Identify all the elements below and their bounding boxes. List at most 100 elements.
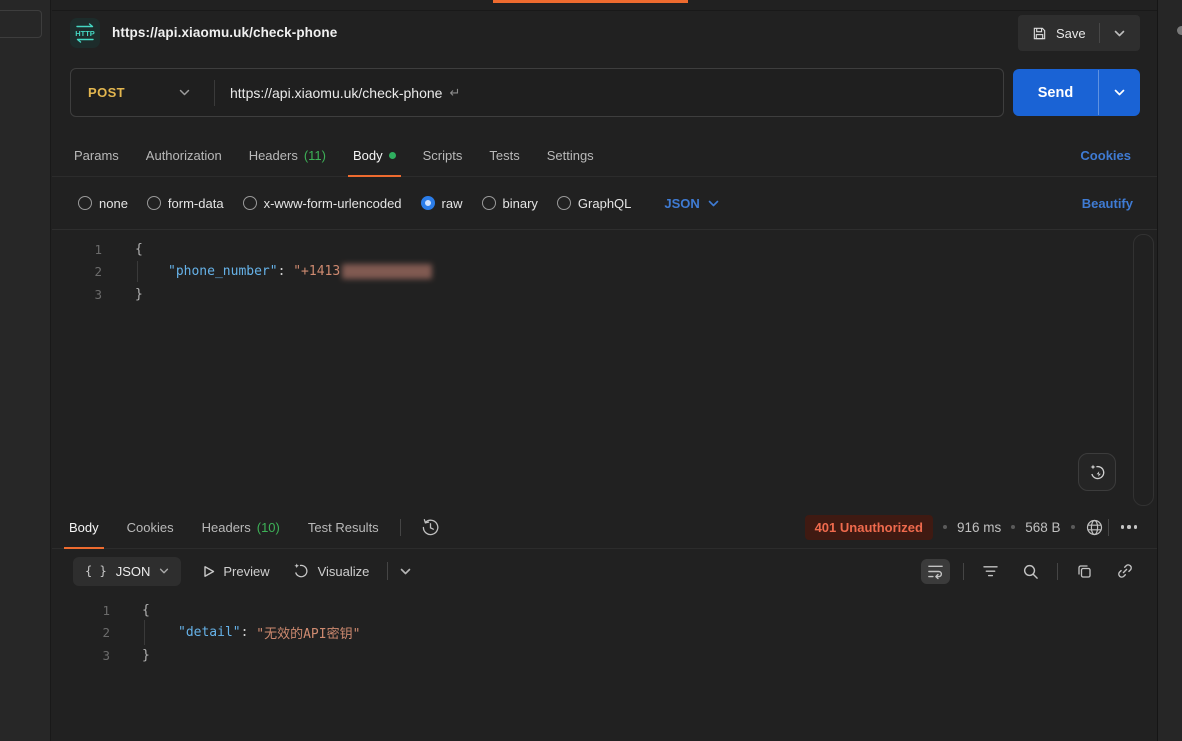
headers-count: (11) <box>304 148 326 163</box>
json-braces-icon: { } <box>85 564 107 578</box>
url-divider <box>214 80 215 106</box>
sidebar-collapsed-panel[interactable] <box>0 10 42 38</box>
code-line: 1 { <box>52 238 1157 261</box>
radio-icon-selected <box>421 196 435 210</box>
http-request-icon: HTTP <box>70 18 100 48</box>
editor-scrollbar[interactable] <box>1133 234 1154 506</box>
mode-none[interactable]: none <box>78 196 128 211</box>
body-mode-row: none form-data x-www-form-urlencoded raw… <box>52 177 1157 229</box>
code-line: 1 { <box>52 599 1157 622</box>
tab-body[interactable]: Body <box>352 134 397 176</box>
response-status-cluster: 401 Unauthorized 916 ms 568 B <box>805 506 1139 548</box>
mode-raw[interactable]: raw <box>421 196 463 211</box>
line-number: 3 <box>52 648 110 663</box>
filter-icon[interactable] <box>977 561 1004 582</box>
radio-icon <box>482 196 496 210</box>
word-wrap-icon[interactable] <box>921 559 950 584</box>
visualize-button[interactable]: Visualize <box>292 562 370 580</box>
status-badge: 401 Unauthorized <box>805 515 933 540</box>
line-number: 1 <box>52 603 110 618</box>
separator-dot <box>1071 525 1075 529</box>
response-headers-count: (10) <box>257 520 280 535</box>
response-history-icon[interactable] <box>421 518 440 537</box>
postbot-button[interactable] <box>1078 453 1116 491</box>
radio-icon <box>147 196 161 210</box>
status-divider <box>1108 519 1109 536</box>
code-line: 3 } <box>52 644 1157 667</box>
save-options-chevron[interactable] <box>1100 30 1140 37</box>
request-workspace: HTTP https://api.xiaomu.uk/check-phone S… <box>52 0 1157 741</box>
left-sidebar <box>0 0 51 741</box>
beautify-link[interactable]: Beautify <box>1082 196 1133 211</box>
response-tab-cookies[interactable]: Cookies <box>126 506 175 548</box>
code-line: 3 } <box>52 283 1157 306</box>
icons-divider <box>963 563 964 580</box>
save-icon <box>1032 26 1047 41</box>
response-action-icons <box>921 552 1139 590</box>
toolbar-more-chevron[interactable] <box>400 568 411 575</box>
response-tabs-divider <box>400 519 401 536</box>
request-tab-title: https://api.xiaomu.uk/check-phone <box>112 25 337 40</box>
preview-button[interactable]: Preview <box>203 564 269 579</box>
language-chevron-icon <box>708 200 719 207</box>
line-number: 2 <box>52 264 102 279</box>
method-selector[interactable]: POST <box>88 85 125 100</box>
line-number: 2 <box>52 625 110 640</box>
url-row: POST https://api.xiaomu.uk/check-phone ↵… <box>52 68 1157 120</box>
request-body-editor[interactable]: 1 { 2 "phone_number": "+1413 3 } <box>52 229 1157 505</box>
response-body-viewer[interactable]: 1 { 2 "detail": "无效的API密钥" 3 } <box>52 590 1157 741</box>
response-size: 568 B <box>1025 520 1060 535</box>
enter-hint-glyph: ↵ <box>449 85 460 101</box>
mode-binary[interactable]: binary <box>482 196 538 211</box>
mode-graphql[interactable]: GraphQL <box>557 196 631 211</box>
postbot-sparkle-icon <box>1088 463 1107 482</box>
tab-headers[interactable]: Headers(11) <box>248 134 327 176</box>
response-format-label: JSON <box>116 564 151 579</box>
language-selector[interactable]: JSON <box>664 196 718 211</box>
url-input[interactable]: https://api.xiaomu.uk/check-phone <box>230 85 442 101</box>
json-value: "+1413 <box>293 264 340 279</box>
response-tab-body[interactable]: Body <box>68 506 100 548</box>
send-options-chevron[interactable] <box>1099 69 1140 116</box>
response-tab-headers[interactable]: Headers(10) <box>201 506 281 548</box>
json-key: "detail" <box>178 625 241 640</box>
cookies-link[interactable]: Cookies <box>1080 134 1131 176</box>
save-button-label: Save <box>1056 26 1086 41</box>
indent-guide <box>144 620 145 645</box>
edge-handle-icon[interactable] <box>1177 26 1182 35</box>
response-tab-test-results[interactable]: Test Results <box>307 506 380 548</box>
http-badge-text: HTTP <box>75 29 95 38</box>
line-number: 1 <box>52 242 102 257</box>
network-info-icon[interactable] <box>1085 518 1104 537</box>
more-options-icon[interactable] <box>1119 521 1140 533</box>
code-line: 2 "phone_number": "+1413 <box>52 261 1157 284</box>
method-chevron-icon[interactable] <box>179 89 190 96</box>
save-button[interactable]: Save <box>1018 15 1140 51</box>
mode-x-www-form-urlencoded[interactable]: x-www-form-urlencoded <box>243 196 402 211</box>
url-input-container: POST https://api.xiaomu.uk/check-phone ↵ <box>70 68 1004 117</box>
tab-scripts[interactable]: Scripts <box>422 134 464 176</box>
copy-icon[interactable] <box>1071 559 1098 584</box>
request-tabs: Params Authorization Headers(11) Body Sc… <box>52 134 1157 177</box>
search-icon[interactable] <box>1017 559 1044 584</box>
tab-authorization[interactable]: Authorization <box>145 134 223 176</box>
send-button[interactable]: Send <box>1013 69 1140 116</box>
format-chevron-icon <box>159 568 169 574</box>
tab-settings[interactable]: Settings <box>546 134 595 176</box>
mode-form-data[interactable]: form-data <box>147 196 224 211</box>
response-format-selector[interactable]: { } JSON <box>73 557 181 586</box>
line-number: 3 <box>52 287 102 302</box>
json-key: "phone_number" <box>168 264 278 279</box>
code-line: 2 "detail": "无效的API密钥" <box>52 622 1157 645</box>
json-value: "无效的API密钥" <box>256 623 360 642</box>
redacted-phone-value <box>342 264 432 279</box>
response-time: 916 ms <box>957 520 1001 535</box>
separator-dot <box>1011 525 1015 529</box>
request-header: HTTP https://api.xiaomu.uk/check-phone S… <box>52 10 1157 62</box>
link-icon[interactable] <box>1111 558 1139 584</box>
tab-params[interactable]: Params <box>73 134 120 176</box>
tab-tests[interactable]: Tests <box>488 134 520 176</box>
indent-guide <box>137 261 138 282</box>
icons-divider <box>1057 563 1058 580</box>
postman-app: HTTP https://api.xiaomu.uk/check-phone S… <box>0 0 1182 741</box>
